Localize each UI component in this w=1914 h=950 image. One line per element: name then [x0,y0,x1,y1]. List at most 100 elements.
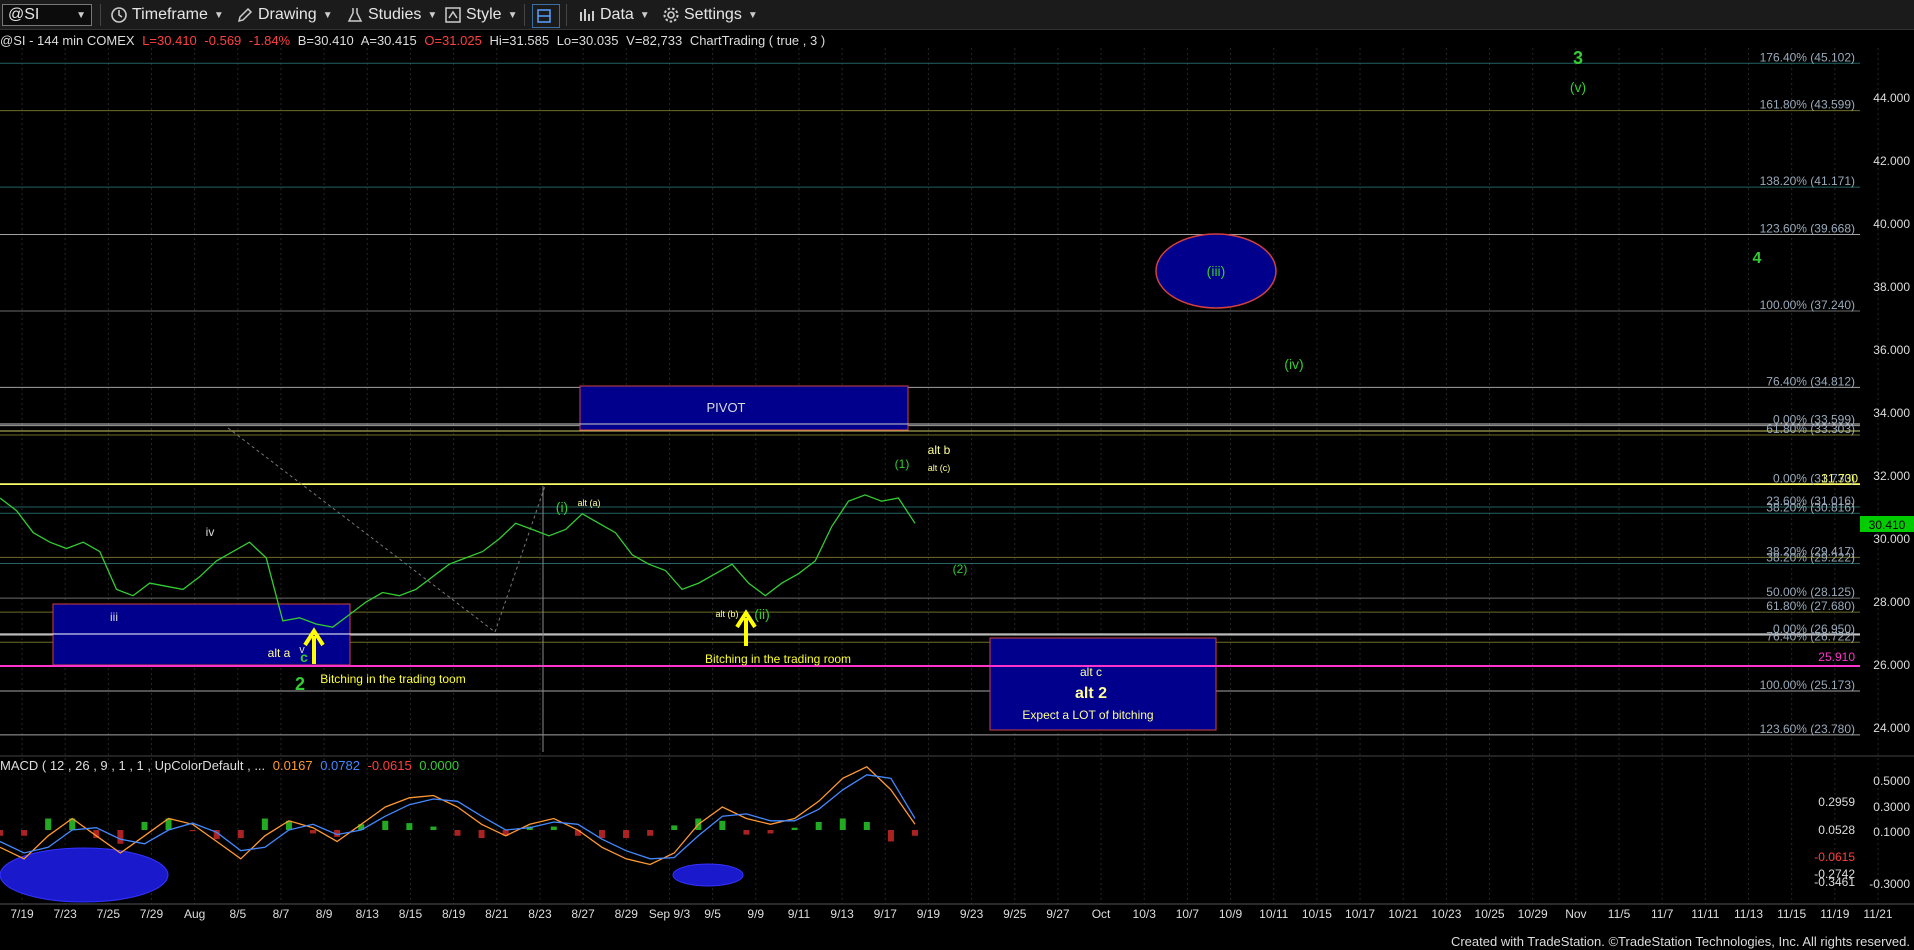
date-tick-label: 10/3 [1133,907,1157,921]
price-axis: 44.000 42.000 40.000 38.000 36.000 34.000 32.0… [1873,91,1910,735]
style-menu[interactable]: Style ▼ [444,4,517,26]
histogram-bar [261,818,268,830]
date-tick-label: 11/5 [1608,907,1631,921]
signal-value: 0.0782 [320,758,360,773]
histogram-bar [912,830,918,836]
wave-label-iv: (iv) [1284,356,1303,372]
histogram-bar [0,830,3,836]
macd-histogram [0,818,918,844]
style-label: Style [466,6,502,23]
fib-label: 23.60% (31.016) [1766,494,1855,508]
histogram-bar [45,818,52,830]
macd-tick-label: 0.1000 [1873,825,1910,839]
date-tick-label: 9/5 [704,907,721,921]
histogram-bar [791,827,798,830]
histogram-bar [334,830,341,837]
date-tick-label: 9/17 [874,907,898,921]
date-tick-label: 10/15 [1302,907,1332,921]
date-tick-label: 9/11 [788,907,811,921]
fib-label: 61.80% (27.680) [1766,599,1855,613]
drawing-menu[interactable]: Drawing ▼ [236,4,333,26]
last-price-marker [1860,516,1914,532]
symbol-value: @SI [8,6,40,23]
fib-label: 138.20% (41.171) [1760,174,1855,188]
fib-label: 38.20% (29.417) [1766,544,1855,558]
date-tick-label: Nov [1565,907,1586,921]
trendline-dashed [227,427,496,633]
date-tick-label: Sep 9/3 [649,907,691,921]
date-tick-label: 8/21 [485,907,509,921]
gear-icon [663,7,679,23]
date-tick-label: 10/17 [1345,907,1375,921]
histogram-bar [767,830,774,834]
symbol-input[interactable]: @SI ▼ [2,4,92,26]
layout-button[interactable] [532,4,560,28]
wave-label-4: 4 [1753,250,1762,267]
price-tick-label: 24.000 [1873,721,1910,735]
histogram-bar [695,818,702,830]
wave-label-i: (i) [556,499,568,515]
wave-label-1: (1) [895,457,910,471]
price-tick-label: 36.000 [1873,343,1910,357]
alt-2-label: alt 2 [1075,685,1107,702]
macd-legend-prefix: MACD ( 12 , 26 , 9 , 1 , 1 , UpColorDefa… [0,758,266,773]
zero-value: 0.0000 [419,758,460,773]
alt-a-label: alt a [268,646,291,660]
histogram-bar [719,820,726,830]
studies-label: Studies [368,6,422,23]
price-chart[interactable]: 3 (v) 4 (iv) (iii) (1) (2) (i) (ii) iii … [0,0,1914,950]
up-arrow-icon [735,609,757,646]
date-tick-label: 11/7 [1651,907,1674,921]
layout-icon [537,9,551,23]
toolbar-divider [100,4,101,26]
toolbar: @SI ▼ Timeframe ▼ Drawing ▼ Studies ▼ St… [0,0,1914,30]
up-arrow-icon [303,627,325,664]
settings-menu[interactable]: Settings ▼ [662,4,758,26]
data-menu[interactable]: Data ▼ [578,4,650,26]
date-tick-label: 9/23 [960,907,984,921]
histogram-bar [285,820,292,830]
net-change: -0.569 [204,33,242,48]
macd-tick-label: 0.0528 [1818,823,1855,837]
date-tick-label: 7/19 [10,907,34,921]
date-tick-label: 8/13 [356,907,380,921]
alt-b-label: alt b [928,443,951,457]
wave-label-iii: (iii) [1207,263,1226,279]
histogram-bar [69,818,76,830]
histogram-bar [454,830,461,836]
fib-label: 0.00% (31.730) [1773,472,1855,486]
fib-label: 123.60% (23.780) [1760,722,1855,736]
date-tick-label: 8/9 [316,907,333,921]
bitching-note-2: Bitching in the trading room [705,652,851,666]
histogram-bar [863,821,870,830]
histogram-bar [574,830,581,836]
fib-label: 31.730 [1821,472,1858,486]
wave-label-2-paren: (2) [953,562,968,576]
bid-price: B=30.410 [297,33,354,48]
timeframe-menu[interactable]: Timeframe ▼ [110,4,224,26]
fib-label: 176.40% (45.102) [1760,50,1855,64]
fib-label: 76.40% (34.812) [1766,374,1855,388]
date-tick-label: 11/21 [1863,907,1892,921]
price-tick-label: 30.000 [1873,532,1910,546]
fib-lines [0,62,1860,736]
date-tick-label: 7/23 [53,907,77,921]
histogram-bar [358,824,365,830]
histogram-bar [526,826,533,830]
expect-note: Expect a LOT of bitching [1022,708,1153,722]
date-tick-label: 9/13 [830,907,854,921]
hist-value: -0.0615 [367,758,412,773]
pencil-icon [237,7,253,23]
histogram-bar [406,823,413,830]
vertical-grid [21,48,1879,904]
date-tick-label: 11/13 [1734,907,1763,921]
date-tick-label: 10/29 [1518,907,1548,921]
histogram-bar [165,818,172,830]
macd-value: 0.0167 [272,758,313,773]
alt-a-paren-label: alt (a) [577,498,600,508]
studies-menu[interactable]: Studies ▼ [346,4,437,26]
high-price: Hi=31.585 [489,33,550,48]
last-price-axis-label: 30.410 [1869,518,1906,532]
date-tick-label: 10/21 [1388,907,1418,921]
ask-price: A=30.415 [360,33,417,48]
